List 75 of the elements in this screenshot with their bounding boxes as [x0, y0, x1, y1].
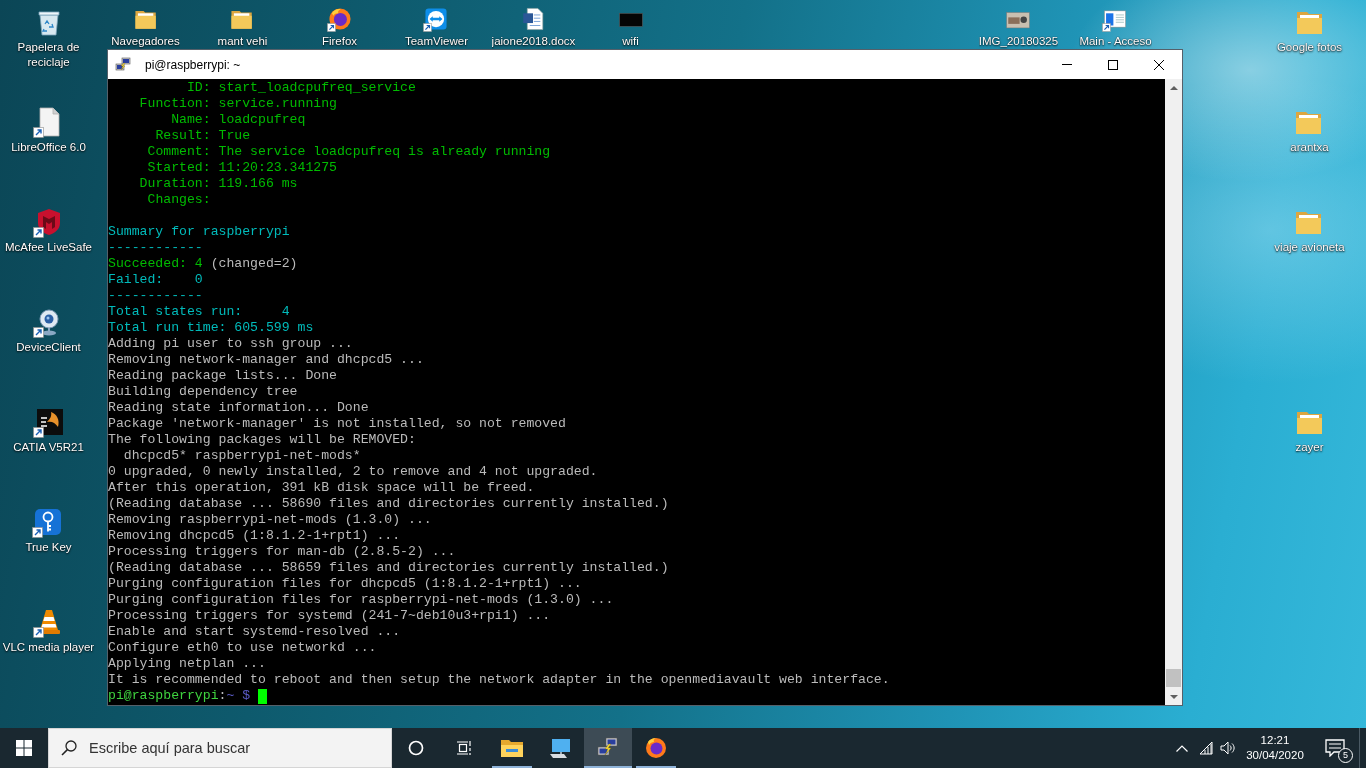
- desktop-shortcut[interactable]: jaione2018.docx: [491, 6, 576, 49]
- minimize-icon: [1062, 64, 1072, 65]
- terminal-line: Processing triggers for systemd (241-7~deb10u3+rpi1) ...: [108, 608, 551, 624]
- desktop-shortcut[interactable]: mant vehi: [217, 6, 268, 49]
- notifications-button[interactable]: 5: [1311, 728, 1359, 768]
- speech-bubble-icon: [1325, 739, 1345, 757]
- search-icon: [61, 740, 77, 756]
- terminal-line: Removing raspberrypi-net-mods (1.3.0) ...: [108, 512, 432, 528]
- desktop-shortcut[interactable]: CATIA V5R21: [13, 406, 84, 455]
- terminal-line: The following packages will be REMOVED:: [108, 432, 416, 448]
- terminal-line: (Reading database ... 58690 files and directories currently installed.): [108, 496, 669, 512]
- terminal-line: Removing dhcpcd5 (1:8.1.2-1+rpt1) ...: [108, 528, 401, 544]
- terminal-line: Started: 11:20:23.341275: [147, 160, 337, 176]
- terminal-line: Purging configuration files for raspberrypi-net-mods (1.3.0) ...: [108, 592, 614, 608]
- terminal-line: dhcpcd5* raspberrypi-net-mods*: [123, 448, 361, 464]
- terminal-line: Total run time: 605.599 ms: [108, 320, 314, 336]
- desktop-shortcut[interactable]: Firefox: [321, 6, 358, 49]
- clock-time[interactable]: 12:21: [1260, 733, 1290, 748]
- computer-icon: [548, 736, 572, 760]
- terminal-line: Configure eth0 to use networkd ...: [108, 640, 377, 656]
- windows-logo-icon: [16, 740, 32, 756]
- task-view-icon: [456, 740, 472, 756]
- computers-icon: [115, 56, 131, 73]
- terminal-line: Enable and start systemd-resolved ...: [108, 624, 401, 640]
- terminal-line: Summary for raspberrypi: [108, 224, 290, 240]
- terminal-line: Result: True: [155, 128, 251, 144]
- terminal-line: It is recommended to reboot and then setup the network adapter in the openmediavault web interface.: [108, 672, 890, 688]
- terminal-line: Package 'network-manager' is not installed, so not removed: [108, 416, 566, 432]
- desktop-shortcut[interactable]: VLC media player: [2, 606, 95, 655]
- terminal-line: Removing network-manager and dhcpcd5 ...: [108, 352, 424, 368]
- terminal-line: Adding pi user to ssh group ...: [108, 336, 353, 352]
- desktop-shortcut[interactable]: DeviceClient: [16, 306, 81, 355]
- window-title: pi@raspberrypi: ~: [145, 57, 241, 72]
- terminal-line: Duration: 119.166 ms: [139, 176, 298, 192]
- close-icon: [1154, 59, 1164, 70]
- terminal-line: Building dependency tree: [108, 384, 298, 400]
- flame-globe-icon: [644, 736, 668, 760]
- speaker-icon: [1219, 741, 1236, 755]
- terminal-line: Function: service.running: [139, 96, 337, 112]
- desktop-shortcut[interactable]: LibreOffice 6.0: [11, 106, 86, 155]
- shell-prompt: pi@raspberrypi:~ $: [108, 688, 251, 704]
- terminal-line: 0 upgraded, 0 newly installed, 2 to remove and 4 not upgraded.: [108, 464, 598, 480]
- terminal-line: ------------: [108, 288, 203, 304]
- terminal-line: Comment: The service loadcpufreq is already running: [147, 144, 551, 160]
- terminal-line: Failed: 0: [108, 272, 203, 288]
- desktop-shortcut[interactable]: IMG_20180325: [978, 6, 1059, 49]
- chevron-up-icon: [1175, 744, 1188, 752]
- terminal-line: Purging configuration files for dhcpcd5 (1:8.1.2-1+rpt1) ...: [108, 576, 582, 592]
- terminal-line: Processing triggers for man-db (2.8.5-2) ...: [108, 544, 456, 560]
- terminal-line: Changes:: [147, 192, 211, 208]
- caret-down-icon: [1169, 694, 1178, 699]
- terminal-line: Succeeded: 4 (changed=2): [108, 256, 298, 272]
- scrollbar-thumb[interactable]: [1166, 669, 1181, 687]
- terminal-line: Reading state information... Done: [108, 400, 369, 416]
- caret-up-icon: [1169, 85, 1178, 90]
- desktop-shortcut[interactable]: TeamViewer: [404, 6, 469, 49]
- notification-count: 5: [1338, 748, 1353, 763]
- desktop-shortcut[interactable]: Navegadores: [111, 6, 180, 49]
- desktop-shortcut[interactable]: wifi: [614, 6, 647, 49]
- terminal-line: ------------: [108, 240, 203, 256]
- terminal-line: Applying netplan ...: [108, 656, 266, 672]
- terminal-line: Reading package lists... Done: [108, 368, 337, 384]
- maximize-icon: [1108, 59, 1118, 70]
- text-cursor: [258, 688, 268, 704]
- terminal-line: After this operation, 391 kB disk space will be freed.: [108, 480, 535, 496]
- desktop-shortcut[interactable]: McAfee LiveSafe: [5, 206, 92, 255]
- search-field[interactable]: Escribe aquí para buscar: [48, 728, 392, 768]
- terminal-line: (Reading database ... 58659 files and directories currently installed.): [108, 560, 669, 576]
- terminal-line: Name: loadcpufreq: [171, 112, 306, 128]
- terminal-line: ID: start_loadcpufreq_service: [186, 80, 416, 96]
- desktop-shortcut[interactable]: Papelera de reciclaje: [1, 6, 96, 70]
- clock-date[interactable]: 30/04/2020: [1246, 748, 1304, 763]
- desktop-shortcut[interactable]: True Key: [25, 506, 72, 555]
- circle-icon: [408, 740, 424, 756]
- terminal-line: Total states run: 4: [108, 304, 290, 320]
